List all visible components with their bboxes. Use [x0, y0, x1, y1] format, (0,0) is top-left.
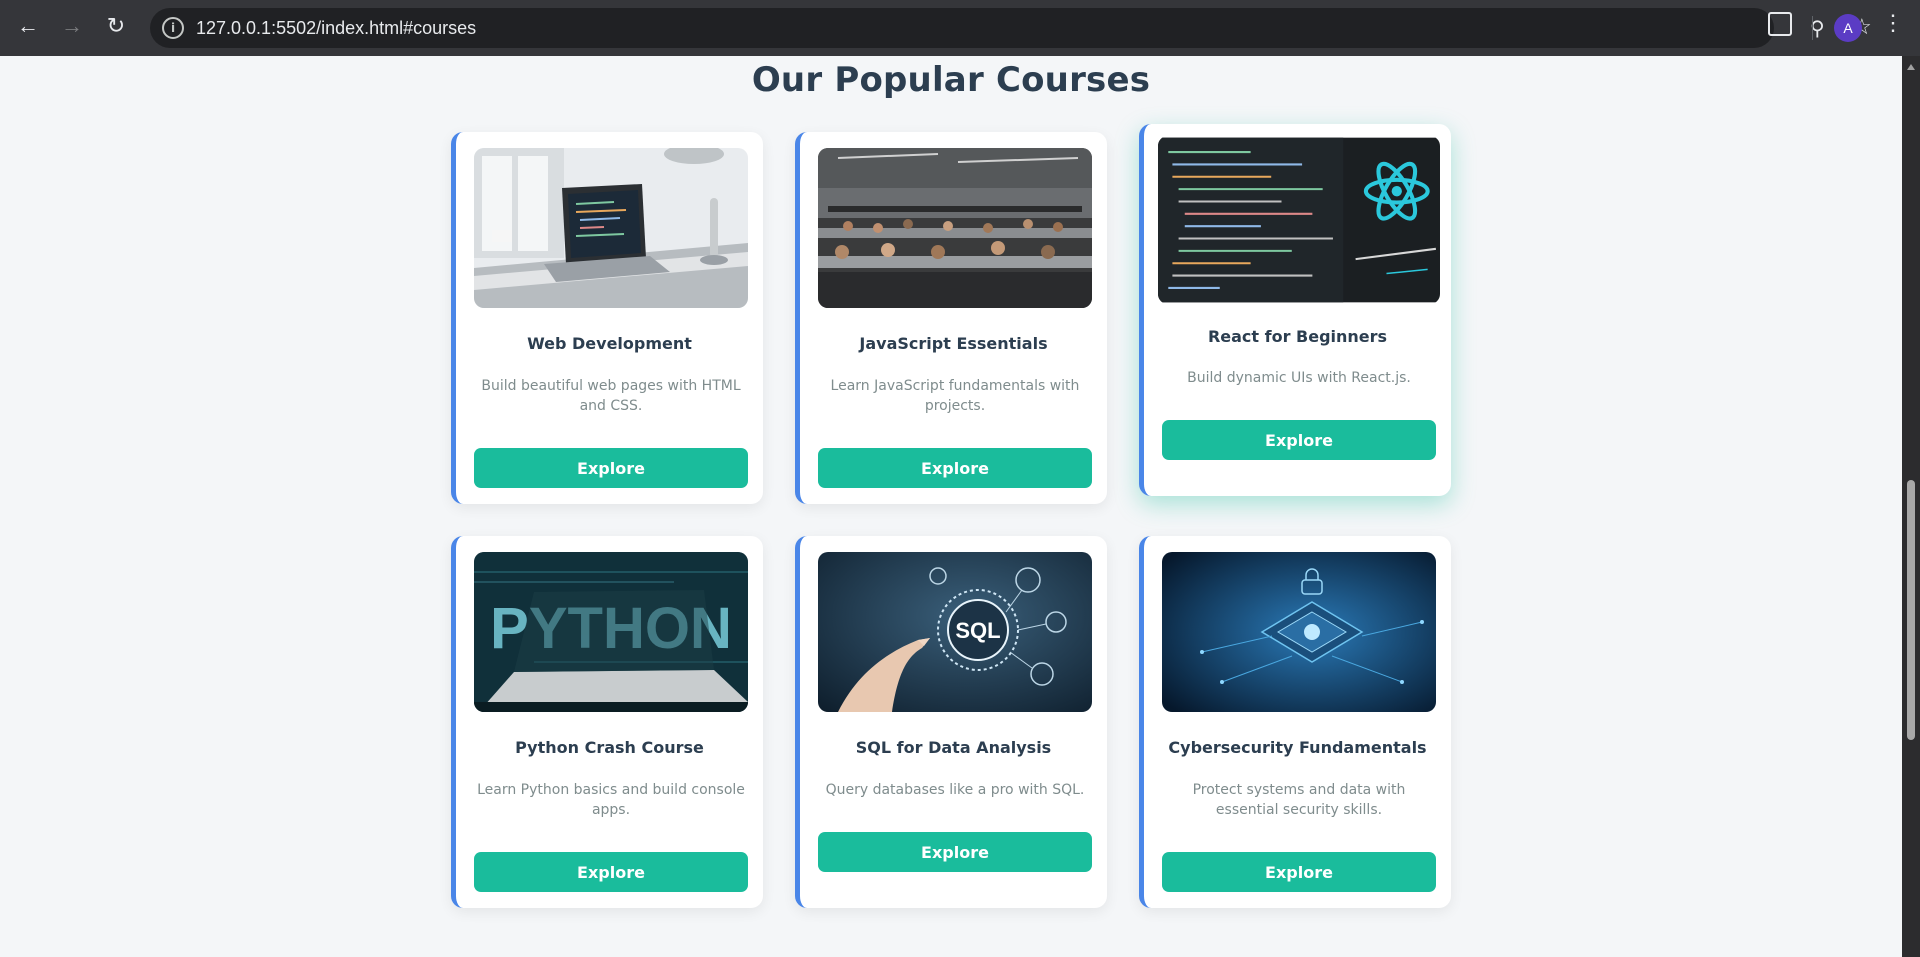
course-title: React for Beginners — [1207, 327, 1388, 346]
courses-section: Our Popular Courses Web Development Buil… — [0, 56, 1902, 957]
classroom-image — [818, 148, 1092, 308]
forward-arrow-icon[interactable]: → — [52, 6, 92, 46]
back-arrow-icon[interactable]: ← — [8, 6, 48, 46]
explore-button[interactable]: Explore — [818, 832, 1092, 872]
course-title: SQL for Data Analysis — [855, 738, 1052, 757]
section-title: Our Popular Courses — [751, 60, 1151, 100]
reload-icon[interactable]: ↻ — [96, 6, 136, 46]
explore-button[interactable]: Explore — [1162, 420, 1436, 460]
scroll-thumb[interactable] — [1907, 480, 1915, 740]
sql-touch-image: SQL — [818, 552, 1092, 712]
scroll-up-arrow-icon[interactable] — [1907, 64, 1915, 70]
extensions-icon[interactable] — [1768, 12, 1792, 36]
course-description: Build dynamic UIs with React.js. — [1187, 370, 1411, 386]
classroom-illustration — [818, 148, 1092, 308]
course-card-react-for-beginners[interactable]: React for Beginners Build dynamic UIs wi… — [1139, 124, 1451, 496]
laptop-desk-image — [474, 148, 748, 308]
sql-touch-illustration: SQL — [818, 552, 1092, 712]
course-description: Learn JavaScript fundamentals with proje… — [830, 378, 1080, 414]
cyber-circuit-illustration — [1162, 552, 1436, 712]
course-description: Query databases like a pro with SQL. — [825, 782, 1085, 798]
python-laptop-image: PYTHON — [474, 552, 748, 712]
course-card-sql-for-data-analysis[interactable]: SQL SQL for Data Analysis Query database… — [795, 536, 1107, 908]
browser-toolbar: ← → ↻ i 127.0.0.1:5502/index.html#course… — [0, 0, 1920, 56]
python-laptop-illustration: PYTHON — [474, 552, 748, 712]
course-description: Protect systems and data with essential … — [1192, 782, 1406, 818]
course-card-web-development[interactable]: Web Development Build beautiful web page… — [451, 132, 763, 504]
more-menu-icon[interactable]: ⋮ — [1882, 12, 1904, 34]
course-title: Cybersecurity Fundamentals — [1168, 738, 1427, 757]
course-card-javascript-essentials[interactable]: JavaScript Essentials Learn JavaScript f… — [795, 132, 1107, 504]
course-title: JavaScript Essentials — [859, 334, 1048, 353]
explore-button[interactable]: Explore — [474, 448, 748, 488]
url-text[interactable]: 127.0.0.1:5502/index.html#courses — [196, 18, 476, 39]
course-description: Build beautiful web pages with HTML and … — [481, 378, 741, 414]
react-code-illustration — [1158, 137, 1440, 303]
react-code-image — [1158, 136, 1440, 304]
explore-button[interactable]: Explore — [818, 448, 1092, 488]
course-description: Learn Python basics and build console ap… — [477, 782, 745, 818]
course-card-cybersecurity-fundamentals[interactable]: Cybersecurity Fundamentals Protect syste… — [1139, 536, 1451, 908]
laptop-desk-illustration — [474, 148, 748, 308]
toolbar-divider — [1812, 16, 1813, 40]
address-bar[interactable]: i 127.0.0.1:5502/index.html#courses ⚲ ☆ — [150, 8, 1872, 48]
course-title: Web Development — [527, 334, 692, 353]
page-scrollbar[interactable] — [1902, 56, 1920, 957]
profile-avatar[interactable]: A — [1834, 14, 1862, 42]
svg-text:SQL: SQL — [955, 618, 1000, 643]
explore-button[interactable]: Explore — [1162, 852, 1436, 892]
course-card-python-crash-course[interactable]: PYTHON Python Crash Course Learn Python … — [451, 536, 763, 908]
explore-button[interactable]: Explore — [474, 852, 748, 892]
cyber-circuit-image — [1162, 552, 1436, 712]
site-info-icon[interactable]: i — [162, 17, 184, 39]
course-title: Python Crash Course — [515, 738, 704, 757]
